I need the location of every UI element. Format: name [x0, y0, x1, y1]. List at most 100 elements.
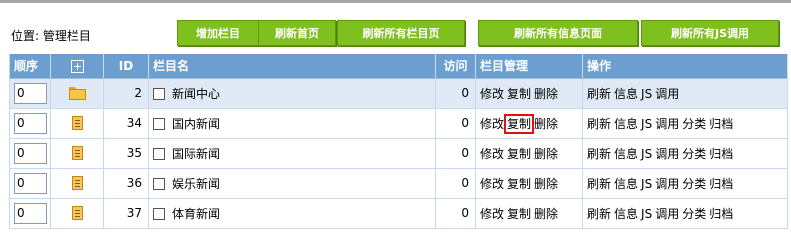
op-link[interactable]: 分类 [682, 117, 706, 131]
op-link[interactable]: JS [641, 207, 652, 221]
op-link[interactable]: JS [641, 147, 652, 161]
id-cell: 36 [103, 168, 149, 199]
op-link[interactable]: 调用 [655, 207, 679, 221]
table-header-row: 顺序 ID 栏目名 访问 栏目管理 操作 [9, 54, 788, 79]
op-link[interactable]: 归档 [709, 207, 733, 221]
op-link[interactable]: JS [641, 117, 652, 131]
table-row: 2新闻中心0修改复制删除刷新信息JS调用 [9, 78, 788, 109]
column-name[interactable]: 国际新闻 [172, 147, 220, 161]
op-link[interactable]: JS [641, 87, 652, 101]
column-name[interactable]: 娱乐新闻 [172, 177, 220, 191]
op-link[interactable]: 刷新 [587, 177, 611, 191]
header-visits: 访问 [435, 54, 476, 79]
manage-link-delete[interactable]: 删除 [534, 147, 558, 161]
op-link[interactable]: 分类 [682, 177, 706, 191]
order-input[interactable] [14, 202, 47, 224]
op-link[interactable]: 调用 [655, 87, 679, 101]
op-link[interactable]: 调用 [655, 117, 679, 131]
icon-cell [50, 108, 104, 139]
manage-link-delete[interactable]: 删除 [534, 117, 558, 131]
column-table: 顺序 ID 栏目名 访问 栏目管理 操作 2新闻中心0修改复制删除刷新信息JS调… [9, 54, 788, 229]
id-cell: 35 [103, 138, 149, 169]
column-name[interactable]: 国内新闻 [172, 117, 220, 131]
visits-cell: 0 [435, 78, 476, 109]
ops-cell: 刷新 信息 JS 调用 [582, 78, 788, 109]
op-link[interactable]: 归档 [709, 117, 733, 131]
op-link[interactable]: 分类 [682, 147, 706, 161]
top-divider [0, 0, 791, 3]
manage-link-copy[interactable]: 复制 [507, 147, 531, 161]
document-icon [71, 146, 83, 161]
name-cell: 国内新闻 [148, 108, 436, 139]
document-icon [71, 176, 83, 191]
row-checkbox[interactable] [153, 208, 165, 220]
order-cell [9, 168, 51, 199]
op-link[interactable]: 分类 [682, 207, 706, 221]
refresh-all-info-button[interactable]: 刷新所有信息页面 [478, 20, 638, 46]
visits-cell: 0 [435, 198, 476, 229]
ops-cell: 刷新 信息 JS 调用 分类 归档 [582, 108, 788, 139]
manage-link-delete[interactable]: 删除 [534, 207, 558, 221]
manage-link-copy[interactable]: 复制 [507, 177, 531, 191]
op-link[interactable]: 刷新 [587, 117, 611, 131]
row-checkbox[interactable] [153, 88, 165, 100]
manage-link-copy[interactable]: 复制 [507, 207, 531, 221]
manage-link-edit[interactable]: 修改 [480, 207, 504, 221]
manage-link-edit[interactable]: 修改 [480, 117, 504, 131]
table-row: 34国内新闻0修改复制删除刷新信息JS调用分类归档 [9, 108, 788, 139]
header-ops: 操作 [582, 54, 788, 79]
op-link[interactable]: 信息 [614, 147, 638, 161]
op-link[interactable]: 调用 [655, 147, 679, 161]
column-name[interactable]: 新闻中心 [172, 87, 220, 101]
icon-cell [50, 78, 104, 109]
manage-link-edit[interactable]: 修改 [480, 87, 504, 101]
op-link[interactable]: 归档 [709, 177, 733, 191]
op-link[interactable]: 刷新 [587, 207, 611, 221]
order-cell [9, 108, 51, 139]
order-input[interactable] [14, 82, 47, 104]
op-link[interactable]: 信息 [614, 207, 638, 221]
breadcrumb: 位置: 管理栏目 [11, 29, 91, 43]
header-name: 栏目名 [148, 54, 436, 79]
order-input[interactable] [14, 172, 47, 194]
row-checkbox[interactable] [153, 178, 165, 190]
op-link[interactable]: 信息 [614, 177, 638, 191]
op-link[interactable]: 刷新 [587, 147, 611, 161]
column-name[interactable]: 体育新闻 [172, 207, 220, 221]
row-checkbox[interactable] [153, 148, 165, 160]
manage-link-copy[interactable]: 复制 [504, 113, 535, 134]
expand-all-icon[interactable] [70, 59, 84, 73]
icon-cell [50, 198, 104, 229]
op-link[interactable]: 刷新 [587, 87, 611, 101]
name-cell: 国际新闻 [148, 138, 436, 169]
folder-icon[interactable] [68, 87, 86, 100]
op-link[interactable]: 归档 [709, 147, 733, 161]
icon-cell [50, 138, 104, 169]
header-order: 顺序 [9, 54, 51, 79]
manage-link-copy[interactable]: 复制 [507, 87, 531, 101]
op-link[interactable]: 信息 [614, 87, 638, 101]
manage-link-edit[interactable]: 修改 [480, 147, 504, 161]
add-column-button[interactable]: 增加栏目 [177, 20, 259, 46]
manage-link-delete[interactable]: 删除 [534, 87, 558, 101]
op-link[interactable]: 调用 [655, 177, 679, 191]
visits-cell: 0 [435, 138, 476, 169]
order-input[interactable] [14, 112, 47, 134]
op-link[interactable]: 信息 [614, 117, 638, 131]
icon-cell [50, 168, 104, 199]
manage-link-delete[interactable]: 删除 [534, 177, 558, 191]
visits-cell: 0 [435, 168, 476, 199]
name-cell: 新闻中心 [148, 78, 436, 109]
refresh-all-columns-button[interactable]: 刷新所有栏目页 [337, 20, 465, 46]
refresh-home-button[interactable]: 刷新首页 [258, 20, 336, 46]
row-checkbox[interactable] [153, 118, 165, 130]
op-link[interactable]: JS [641, 177, 652, 191]
id-cell: 2 [103, 78, 149, 109]
manage-cell: 修改 复制 删除 [475, 78, 583, 109]
header-id: ID [103, 54, 149, 79]
order-input[interactable] [14, 142, 47, 164]
refresh-all-js-button[interactable]: 刷新所有JS调用 [641, 20, 779, 46]
manage-link-edit[interactable]: 修改 [480, 177, 504, 191]
document-icon [71, 206, 83, 221]
header-expand [50, 54, 104, 79]
